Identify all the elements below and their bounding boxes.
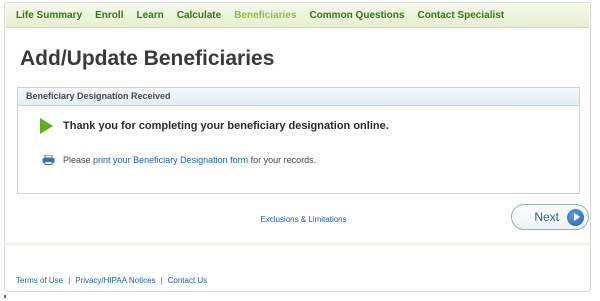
print-prefix: Please	[63, 155, 91, 165]
footer-separator: |	[160, 276, 163, 285]
nav-item-beneficiaries[interactable]: Beneficiaries	[234, 10, 296, 21]
nav-item-common-questions[interactable]: Common Questions	[309, 10, 404, 21]
footer-divider	[6, 243, 589, 245]
arrow-circle-right-icon	[567, 208, 584, 226]
exclusions-limitations-link: Exclusions & Limitations	[5, 215, 590, 224]
page-title: Add/Update Beneficiaries	[20, 47, 275, 70]
next-button[interactable]: Next	[511, 204, 589, 230]
print-form-link[interactable]: print your Beneficiary Designation form	[93, 155, 248, 165]
nav-item-calculate[interactable]: Calculate	[177, 10, 221, 21]
print-instructions: Please print your Beneficiary Designatio…	[42, 155, 316, 165]
corner-mark	[4, 295, 6, 298]
nav-item-learn[interactable]: Learn	[136, 10, 163, 21]
footer-link-terms-of-use[interactable]: Terms of Use	[16, 276, 63, 285]
nav-item-enroll[interactable]: Enroll	[95, 10, 123, 21]
next-button-label: Next	[534, 210, 559, 224]
thank-you-text: Thank you for completing your beneficiar…	[63, 120, 389, 132]
printer-icon[interactable]	[42, 155, 55, 165]
print-suffix: for your records.	[250, 155, 317, 165]
panel-header: Beneficiary Designation Received	[18, 88, 579, 106]
confirmation-panel: Beneficiary Designation Received Thank y…	[17, 87, 580, 194]
exclusions-limitations-text[interactable]: Exclusions & Limitations	[260, 215, 346, 224]
footer-link-contact-us[interactable]: Contact Us	[168, 276, 208, 285]
footer-links: Terms of Use | Privacy/HIPAA Notices | C…	[16, 276, 207, 285]
play-arrow-icon	[40, 118, 53, 134]
footer-separator: |	[68, 276, 71, 285]
footer-link-privacy-hipaa[interactable]: Privacy/HIPAA Notices	[75, 276, 155, 285]
thank-you-message: Thank you for completing your beneficiar…	[40, 118, 389, 134]
page-frame: Life Summary Enroll Learn Calculate Bene…	[4, 2, 591, 292]
nav-item-contact-specialist[interactable]: Contact Specialist	[417, 10, 504, 21]
top-navigation: Life Summary Enroll Learn Calculate Bene…	[6, 4, 589, 28]
nav-item-life-summary[interactable]: Life Summary	[16, 10, 82, 21]
